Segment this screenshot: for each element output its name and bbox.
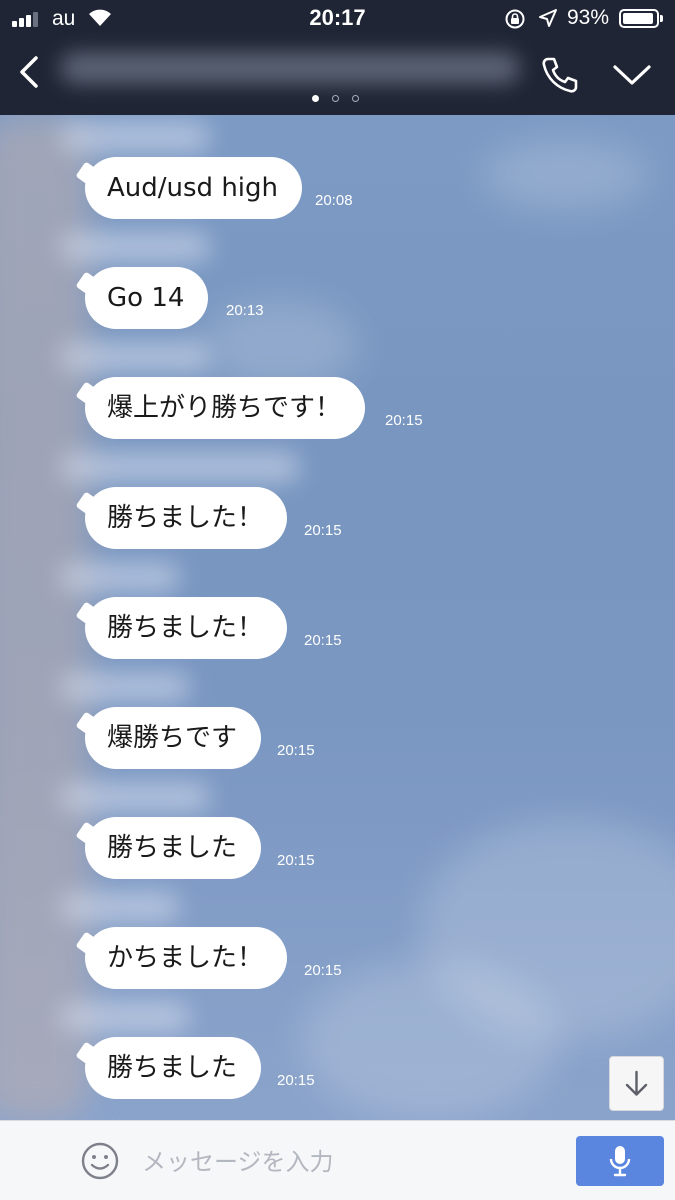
message-time: 20:15 (277, 852, 315, 869)
redacted-sender-name (60, 1002, 190, 1032)
arrow-down-icon (625, 1070, 648, 1096)
message-bubble[interactable]: Go 14 (85, 267, 209, 329)
page-dot (352, 95, 359, 102)
message-time: 20:15 (304, 632, 342, 649)
location-icon (539, 9, 557, 27)
back-button[interactable] (10, 50, 50, 94)
battery-icon (619, 9, 663, 28)
message-bubble[interactable]: 勝ちました！ (85, 487, 288, 549)
message-time: 20:08 (315, 192, 353, 209)
page-dot (332, 95, 339, 102)
rotation-lock-icon (505, 9, 525, 29)
redacted-sender-name (60, 342, 210, 372)
message-time: 20:15 (385, 412, 423, 429)
message-time: 20:15 (304, 962, 342, 979)
emoji-button[interactable] (80, 1141, 120, 1181)
page-indicator (312, 95, 362, 105)
page-dot (312, 95, 319, 102)
redacted-chat-title (60, 52, 520, 84)
message-input-bar (0, 1120, 675, 1200)
message-time: 20:15 (277, 1072, 315, 1089)
redacted-sender-name (60, 892, 180, 922)
redacted-sender-name (60, 562, 180, 592)
call-button[interactable] (538, 54, 580, 96)
message-time: 20:15 (304, 522, 342, 539)
message-time: 20:13 (226, 302, 264, 319)
status-bar: au 20:17 93% (0, 0, 675, 38)
chevron-down-icon (613, 65, 651, 85)
phone-icon (542, 57, 578, 93)
message-bubble[interactable]: 爆上がり勝ちです！ (85, 377, 366, 439)
message-bubble[interactable]: 勝ちました (85, 817, 262, 879)
message-bubble[interactable]: Aud/usd high (85, 157, 303, 219)
message-time: 20:15 (277, 742, 315, 759)
battery-fill (623, 13, 653, 24)
redacted-sender-name (60, 452, 300, 482)
cloud-decoration (480, 140, 650, 210)
redacted-sender-name (60, 782, 210, 812)
header: au 20:17 93% (0, 0, 675, 115)
message-input[interactable] (140, 1139, 554, 1185)
nav-bar (0, 40, 675, 115)
message-bubble[interactable]: 勝ちました！ (85, 597, 288, 659)
redacted-sender-name (60, 232, 210, 262)
chat-screen: au 20:17 93% Aud/usd high 20:08 Go 14 20… (0, 0, 675, 1200)
redacted-sender-name (60, 672, 190, 702)
chevron-left-icon (20, 56, 38, 88)
cloud-decoration (300, 960, 560, 1120)
message-bubble[interactable]: 勝ちました (85, 1037, 262, 1099)
message-bubble[interactable]: かちました！ (85, 927, 288, 989)
battery-percentage: 93% (567, 6, 610, 29)
voice-message-button[interactable] (576, 1136, 664, 1186)
redacted-sender-name (60, 122, 210, 152)
message-bubble[interactable]: 爆勝ちです (85, 707, 262, 769)
microphone-icon (609, 1146, 631, 1177)
menu-button[interactable] (610, 56, 654, 94)
scroll-to-bottom-button[interactable] (609, 1056, 664, 1111)
smiley-icon (81, 1142, 119, 1180)
